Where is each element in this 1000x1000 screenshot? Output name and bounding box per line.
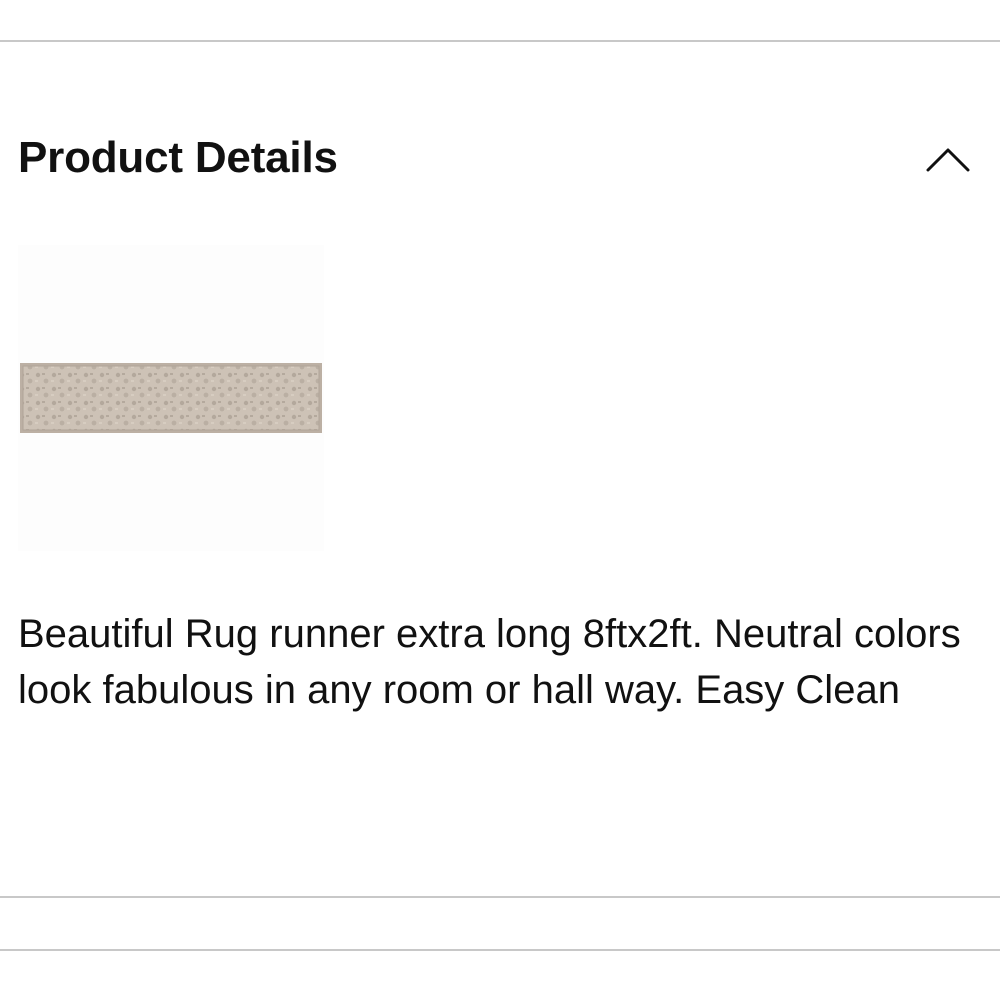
top-divider (0, 40, 1000, 42)
bottom-divider (0, 949, 1000, 951)
collapse-toggle-button[interactable] (912, 128, 984, 188)
product-details-header[interactable]: Product Details (0, 110, 1000, 206)
chevron-up-icon (926, 148, 970, 172)
rug-runner-image (18, 245, 324, 551)
product-description: Beautiful Rug runner extra long 8ftx2ft.… (18, 612, 961, 712)
section-title: Product Details (18, 133, 338, 182)
product-image-thumbnail[interactable] (18, 245, 324, 551)
section-divider (0, 896, 1000, 898)
